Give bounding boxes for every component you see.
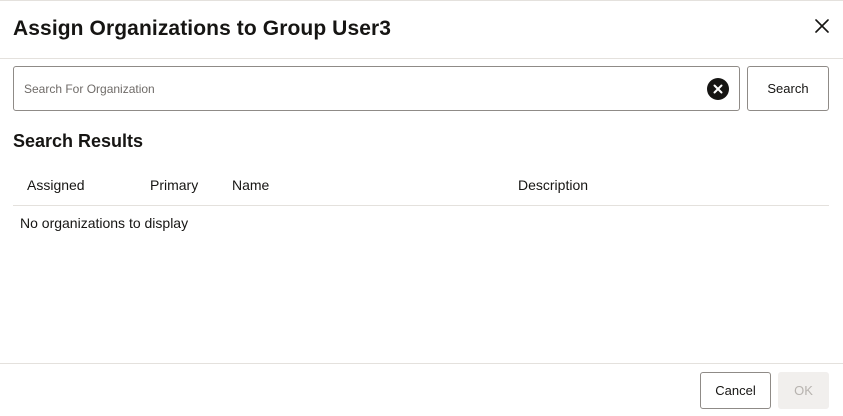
search-results-title: Search Results: [13, 131, 144, 151]
assign-organizations-dialog: Assign Organizations to Group User3 Sear…: [0, 0, 843, 416]
empty-results-message: No organizations to display: [20, 215, 189, 231]
search-button[interactable]: Search: [747, 66, 829, 111]
close-icon: [815, 19, 829, 33]
table-header: Assigned Primary Name Description: [13, 166, 829, 206]
column-header-assigned[interactable]: Assigned: [27, 177, 85, 193]
clear-search-button[interactable]: [707, 78, 729, 100]
ok-button[interactable]: OK: [778, 372, 829, 409]
dialog-footer: Cancel OK: [0, 363, 843, 416]
clear-circle-icon: [713, 84, 723, 94]
search-input[interactable]: [24, 67, 694, 110]
results-table: Assigned Primary Name Description No org…: [13, 166, 829, 231]
search-row: Search: [13, 66, 829, 111]
dialog-header: Assign Organizations to Group User3: [0, 1, 843, 59]
dialog-title: Assign Organizations to Group User3: [13, 17, 392, 40]
search-field: [13, 66, 740, 111]
column-header-primary[interactable]: Primary: [150, 177, 198, 193]
cancel-button[interactable]: Cancel: [700, 372, 771, 409]
close-button[interactable]: [811, 15, 833, 37]
column-header-name[interactable]: Name: [232, 177, 269, 193]
column-header-description[interactable]: Description: [518, 177, 588, 193]
